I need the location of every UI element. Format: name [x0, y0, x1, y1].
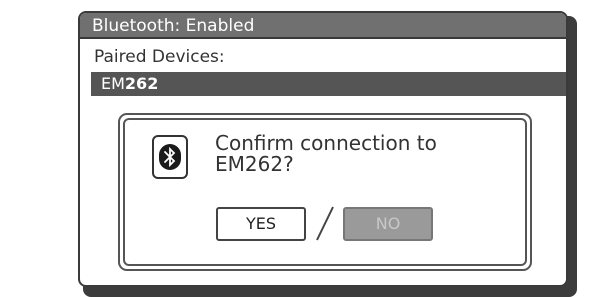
confirm-message: Confirm connection to EM262? [215, 133, 515, 175]
bluetooth-rune-icon [164, 146, 176, 168]
window-title: Bluetooth: Enabled [80, 13, 566, 39]
confirm-dialog: Confirm connection to EM262? YES NO [118, 113, 532, 271]
confirm-message-line-1: Confirm connection to [215, 131, 437, 155]
button-separator-slash [316, 206, 334, 241]
device-name-prefix: EM [101, 74, 125, 93]
no-button[interactable]: NO [343, 207, 433, 241]
confirm-dialog-inner-frame: Confirm connection to EM262? YES NO [123, 118, 527, 266]
paired-device-row[interactable]: EM262 [91, 72, 566, 96]
bluetooth-window: Bluetooth: Enabled Paired Devices: EM262… [78, 11, 568, 287]
paired-devices-label: Paired Devices: [94, 47, 225, 67]
device-name-number: 262 [124, 74, 159, 93]
bluetooth-icon [152, 135, 188, 179]
confirm-message-line-2: EM262? [215, 152, 294, 176]
yes-button[interactable]: YES [216, 207, 306, 241]
screen: Bluetooth: Enabled Paired Devices: EM262… [0, 0, 610, 297]
